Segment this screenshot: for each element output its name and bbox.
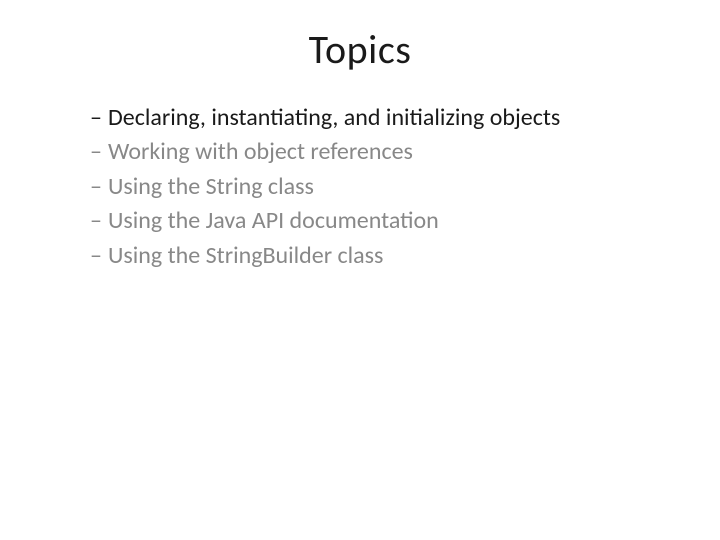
page-title: Topics <box>60 25 660 74</box>
list-item: Using the Java API documentation <box>90 205 660 237</box>
topic-list: Declaring, instantiating, and initializi… <box>60 102 660 272</box>
list-item: Using the String class <box>90 171 660 203</box>
list-item: Declaring, instantiating, and initializi… <box>90 102 660 134</box>
list-item: Working with object references <box>90 136 660 168</box>
list-item: Using the StringBuilder class <box>90 240 660 272</box>
slide: Topics Declaring, instantiating, and ini… <box>0 0 720 540</box>
